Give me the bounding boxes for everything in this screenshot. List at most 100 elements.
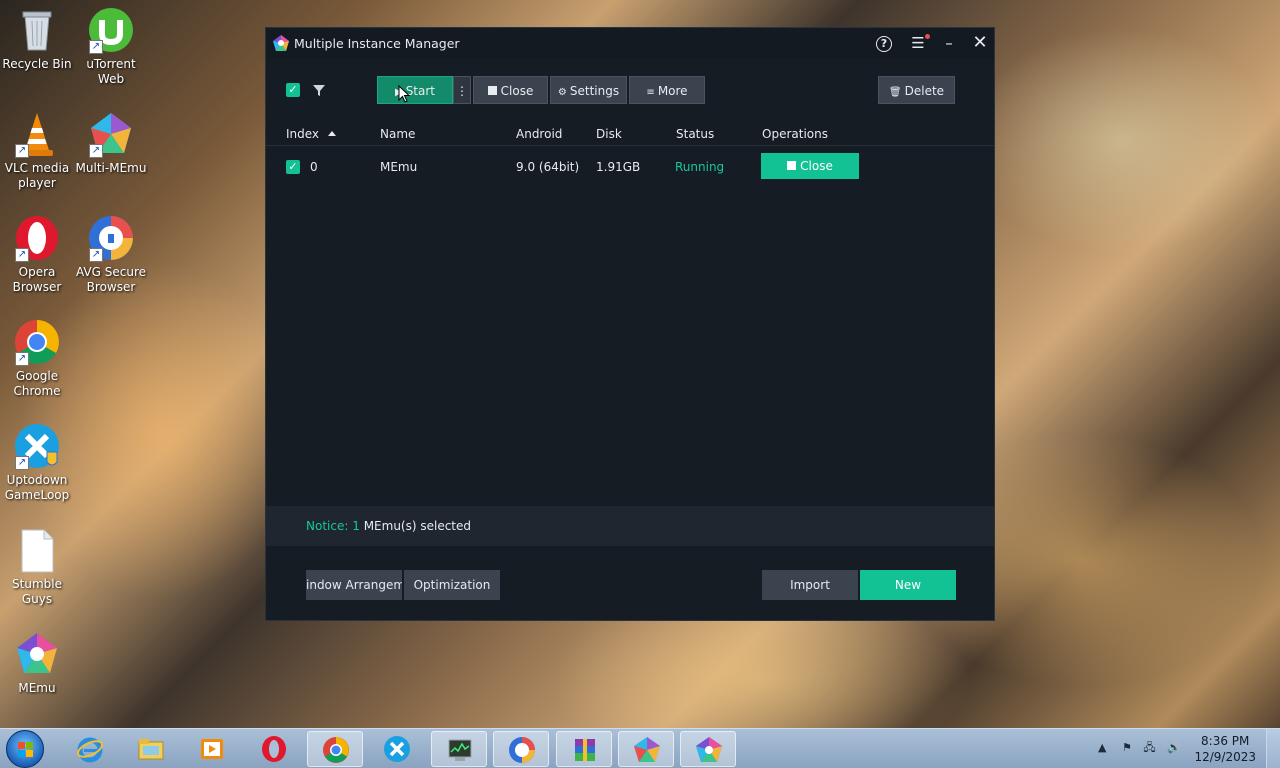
start-button[interactable]: ▶Start — [377, 76, 453, 104]
taskbar-avg-browser[interactable] — [493, 731, 549, 767]
desktop-icon-label: VLC media player — [4, 161, 70, 190]
desktop-icon-label: Recycle Bin — [2, 57, 72, 71]
clock-time: 8:36 PM — [1201, 734, 1250, 748]
notice-suffix: MEmu(s) selected — [363, 519, 472, 533]
table-row[interactable]: ✓ 0 MEmu 9.0 (64bit) 1.91GB Running Clos… — [266, 153, 994, 181]
help-icon[interactable]: ? — [876, 36, 892, 52]
cell-name: MEmu — [380, 160, 418, 174]
toolbar: ✓ ▶Start ⋮ Close ⚙Settings ≡More 🗑Delete — [266, 76, 994, 106]
vlc-cone-icon: ↗ — [13, 110, 61, 158]
show-desktop-button[interactable] — [1266, 729, 1280, 768]
multi-memu-icon — [633, 736, 661, 764]
cell-status: Running — [675, 160, 725, 174]
notice-count: 1 — [352, 519, 360, 533]
column-header-disk[interactable]: Disk — [596, 127, 622, 141]
close-window-icon[interactable]: ✕ — [969, 33, 991, 55]
cell-android: 9.0 (64bit) — [516, 160, 580, 174]
row-checkbox[interactable]: ✓ — [286, 160, 300, 174]
desktop-icon-label: uTorrent Web — [86, 57, 136, 86]
more-button[interactable]: ≡ More — [629, 76, 705, 104]
minimize-icon[interactable]: – — [938, 33, 960, 55]
import-button[interactable]: Import — [762, 570, 858, 600]
notice-text: Notice: 1 MEmu(s) selected — [306, 519, 471, 533]
trash-icon: 🗑 — [888, 87, 902, 98]
taskbar-chrome[interactable] — [307, 731, 363, 767]
new-instance-button[interactable]: New — [860, 570, 956, 600]
taskbar-memu[interactable] — [680, 731, 736, 767]
select-all-checkbox[interactable]: ✓ — [286, 83, 300, 97]
start-button[interactable] — [6, 730, 44, 768]
shortcut-arrow-icon: ↗ — [15, 144, 29, 158]
row-close-button[interactable]: Close — [761, 153, 859, 179]
show-hidden-icons-icon[interactable]: ▲ — [1098, 741, 1106, 754]
close-instances-button[interactable]: Close — [473, 76, 548, 104]
stop-icon — [487, 86, 497, 95]
gameloop-icon — [383, 735, 411, 763]
desktop-icon-opera[interactable]: ↗ Opera Browser — [0, 214, 74, 295]
more-label: More — [657, 84, 688, 98]
media-player-icon — [198, 735, 226, 763]
blank-file-icon — [13, 526, 61, 574]
notification-dot — [925, 34, 930, 39]
mouse-cursor-icon — [398, 84, 411, 103]
shortcut-arrow-icon: ↗ — [15, 456, 29, 470]
desktop-icon-vlc[interactable]: ↗ VLC media player — [0, 110, 74, 191]
filter-icon[interactable] — [312, 83, 326, 97]
taskbar-winrar[interactable] — [556, 731, 612, 767]
table-header: Index Name Android Disk Status Operation… — [266, 124, 994, 146]
column-header-name[interactable]: Name — [380, 127, 415, 141]
settings-label: Settings — [569, 84, 620, 98]
desktop-icon-label: Google Chrome — [13, 369, 61, 398]
desktop-icon-memu[interactable]: MEmu — [0, 630, 74, 696]
shortcut-arrow-icon: ↗ — [89, 40, 103, 54]
desktop-icon-chrome[interactable]: ↗ Google Chrome — [0, 318, 74, 399]
taskbar-file-explorer[interactable] — [123, 731, 179, 767]
desktop-icon-label: Opera Browser — [12, 265, 62, 294]
optimization-button[interactable]: Optimization — [404, 570, 500, 600]
column-header-status[interactable]: Status — [676, 127, 714, 141]
shortcut-arrow-icon: ↗ — [89, 248, 103, 262]
desktop-icon-stumble-guys[interactable]: Stumble Guys — [0, 526, 74, 607]
recycle-bin-icon — [13, 6, 61, 54]
multi-memu-icon: ↗ — [87, 110, 135, 158]
taskbar: ▲ ⚑ 🖧 🔊 8:36 PM 12/9/2023 — [0, 728, 1280, 768]
network-icon[interactable]: 🖧 — [1143, 741, 1155, 754]
settings-button[interactable]: ⚙ Settings — [550, 76, 627, 104]
desktop-icon-label: MEmu — [18, 681, 56, 695]
taskbar-internet-explorer[interactable] — [62, 731, 118, 767]
gameloop-icon: ↗ — [13, 422, 61, 470]
chrome-icon — [322, 736, 350, 764]
title-bar[interactable]: Multiple Instance Manager ? ☰ – ✕ — [266, 28, 994, 58]
stop-icon — [787, 161, 797, 170]
opera-icon: ↗ — [13, 214, 61, 262]
utorrent-icon: ↗ — [87, 6, 135, 54]
column-header-android[interactable]: Android — [516, 127, 562, 141]
action-center-flag-icon[interactable]: ⚑ — [1122, 741, 1132, 754]
column-header-index[interactable]: Index — [286, 127, 337, 141]
taskbar-task-manager[interactable] — [431, 731, 487, 767]
window-arrangement-button[interactable]: indow Arrangeme — [306, 570, 402, 600]
folder-icon — [137, 735, 165, 763]
list-icon: ≡ — [646, 87, 655, 98]
taskbar-multi-memu[interactable] — [618, 731, 674, 767]
memu-icon — [695, 736, 723, 764]
delete-label: Delete — [904, 84, 945, 98]
desktop-icon-recycle-bin[interactable]: Recycle Bin — [0, 6, 74, 72]
desktop-icon-avg-browser[interactable]: ↗ AVG Secure Browser — [74, 214, 148, 295]
taskbar-media-player[interactable] — [184, 731, 240, 767]
desktop-icon-utorrent-web[interactable]: ↗ uTorrent Web — [74, 6, 148, 87]
archive-icon — [571, 736, 599, 764]
volume-icon[interactable]: 🔊 — [1167, 741, 1181, 754]
avg-browser-icon: ↗ — [87, 214, 135, 262]
taskbar-clock[interactable]: 8:36 PM 12/9/2023 — [1194, 733, 1256, 765]
chrome-icon: ↗ — [13, 318, 61, 366]
desktop-icon-label: Stumble Guys — [12, 577, 62, 606]
desktop-icon-gameloop[interactable]: ↗ Uptodown GameLoop — [0, 422, 74, 503]
desktop-icon-multi-memu[interactable]: ↗ Multi-MEmu — [74, 110, 148, 176]
taskbar-opera[interactable] — [246, 731, 302, 767]
start-options-button[interactable]: ⋮ — [453, 76, 471, 104]
taskbar-gameloop[interactable] — [369, 731, 425, 767]
internet-explorer-icon — [76, 735, 104, 763]
delete-button[interactable]: 🗑 Delete — [878, 76, 955, 104]
desktop-icon-label: Multi-MEmu — [75, 161, 147, 175]
